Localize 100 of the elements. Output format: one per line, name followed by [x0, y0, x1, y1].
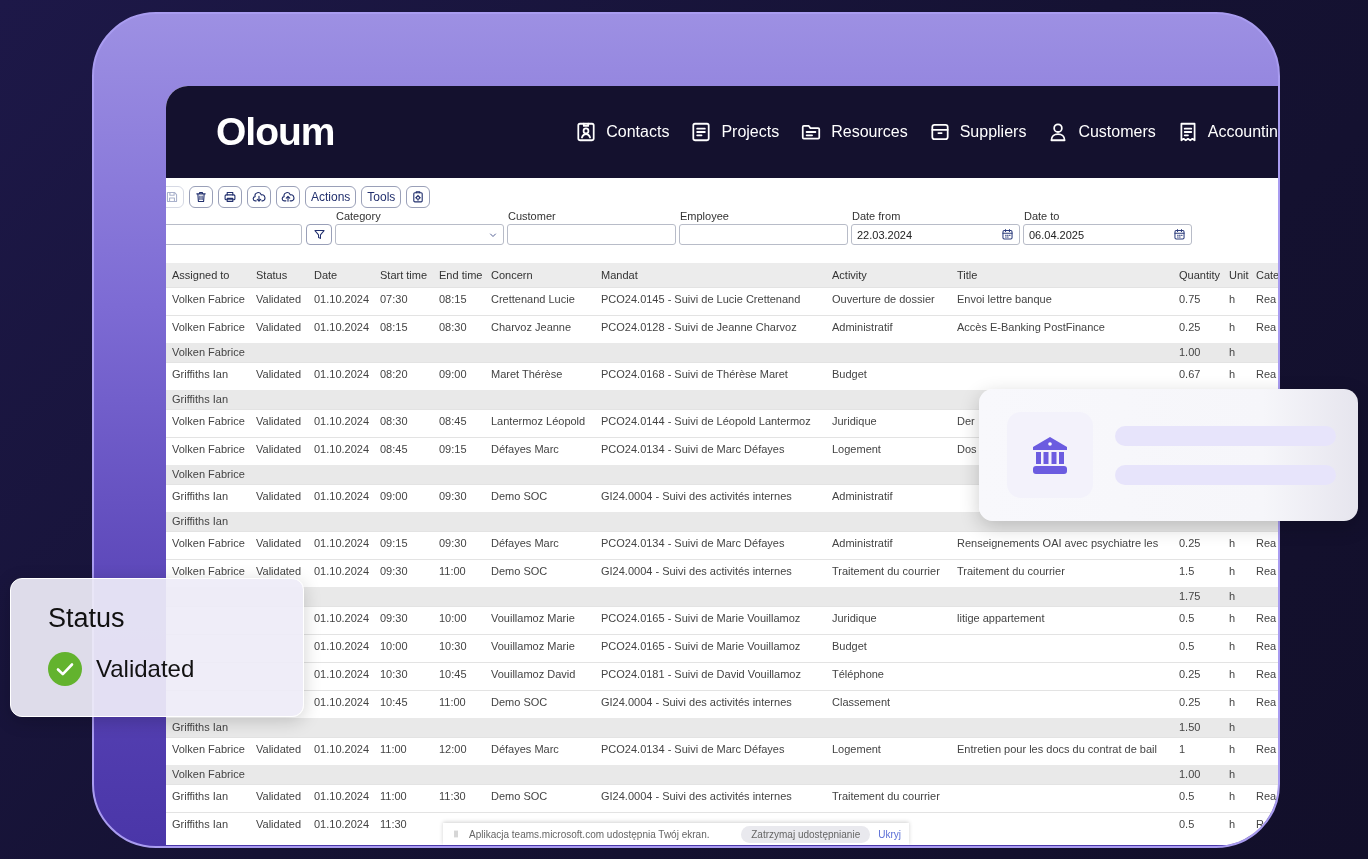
nav-link[interactable]: Projects: [690, 121, 780, 143]
table-cell: Validated: [256, 367, 302, 380]
table-cell: Téléphone: [832, 667, 884, 680]
table-cell: Vouillamoz Marie: [491, 611, 575, 624]
cloud-download-icon: [252, 190, 266, 204]
table-cell: Validated: [256, 817, 302, 830]
nav-link[interactable]: Accountin: [1176, 121, 1278, 143]
table-cell: Rea: [1256, 367, 1277, 380]
toolbar-button[interactable]: [189, 186, 213, 208]
logo: Oloum: [216, 110, 336, 154]
group-cell: Volken Fabrice: [172, 346, 245, 359]
table-cell: h: [1229, 536, 1236, 549]
group-cell: h: [1229, 346, 1236, 359]
table-cell: PCO24.0144 - Suivi de Léopold Lantermoz: [601, 414, 811, 427]
table-cell: h: [1229, 789, 1236, 802]
nav-link[interactable]: Contacts: [575, 121, 670, 143]
table-cell: Rea: [1256, 536, 1277, 549]
group-cell: h: [1229, 768, 1236, 781]
table-cell: R: [1256, 817, 1264, 830]
table-cell: Budget: [832, 367, 867, 380]
toolbar-button[interactable]: Actions: [305, 186, 357, 208]
table-cell: 0.25: [1179, 695, 1201, 708]
table-cell: Validated: [256, 536, 302, 549]
group-cell: h: [1229, 590, 1236, 603]
save-icon: [166, 190, 179, 204]
table-cell: Défayes Marc: [491, 742, 559, 755]
table-cell: Volken Fabrice: [172, 414, 245, 427]
calendar-icon: [1173, 228, 1186, 241]
table-cell: 08:30: [380, 414, 408, 427]
table-cell: Validated: [256, 414, 302, 427]
table-cell: Administratif: [832, 489, 893, 502]
table-cell: Volken Fabrice: [172, 442, 245, 455]
table-cell: GI24.0004 - Suivi des activités internes: [601, 789, 792, 802]
toolbar-button[interactable]: [406, 186, 431, 208]
table-cell: 11:30: [439, 789, 466, 802]
input-field[interactable]: [679, 224, 848, 245]
table-cell: 0.5: [1179, 817, 1195, 830]
date-field[interactable]: 22.03.2024: [851, 224, 1020, 245]
table-cell: 10:00: [439, 611, 467, 624]
field-label: Customer: [507, 210, 557, 223]
nav-link[interactable]: Customers: [1047, 121, 1156, 143]
toolbar-button[interactable]: [218, 186, 242, 208]
table-cell: 08:30: [439, 320, 467, 333]
table-cell: Accès E-Banking PostFinance: [957, 320, 1105, 333]
cloud-upload-icon: [281, 190, 295, 204]
table-cell: 08:15: [380, 320, 408, 333]
table-cell: 01.10.2024: [314, 320, 370, 333]
table-cell: 08:45: [439, 414, 467, 427]
column-header: End time: [439, 268, 483, 281]
table-cell: Entretien pour les docs du contrat de bail: [957, 742, 1157, 755]
table-cell: Traitement du courrier: [832, 564, 940, 577]
nav-link[interactable]: Resources: [800, 121, 908, 143]
table-cell: 11:00: [439, 695, 466, 708]
box-icon: [928, 121, 951, 143]
hide-link[interactable]: Ukryj: [878, 828, 901, 840]
group-cell: Volken Fabrice: [172, 468, 245, 481]
table-cell: 1: [1179, 742, 1186, 755]
toolbar-button[interactable]: [276, 186, 300, 208]
group-cell: h: [1229, 721, 1236, 734]
field-label: Date to: [1023, 210, 1061, 223]
input-field[interactable]: [507, 224, 676, 245]
table-cell: 11:30: [380, 817, 407, 830]
table-cell: 09:15: [439, 442, 467, 455]
table-cell: Traitement du courrier: [957, 564, 1065, 577]
table-cell: 08:15: [439, 292, 467, 305]
table-cell: Maret Thérèse: [491, 367, 563, 380]
table-cell: Rea: [1256, 292, 1277, 305]
table-cell: 11:00: [439, 564, 466, 577]
table-cell: 0.25: [1179, 667, 1201, 680]
filter-button[interactable]: [306, 224, 332, 245]
toolbar-button[interactable]: [247, 186, 271, 208]
table-cell: 10:30: [380, 667, 408, 680]
table-cell: Logement: [832, 442, 881, 455]
date-field[interactable]: 06.04.2025: [1023, 224, 1192, 245]
table-cell: Volken Fabrice: [172, 742, 245, 755]
table-cell: GI24.0004 - Suivi des activités internes: [601, 695, 792, 708]
table-cell: PCO24.0165 - Suivi de Marie Vouillamoz: [601, 611, 801, 624]
table-cell: litige appartement: [957, 611, 1045, 624]
calendar-icon: [1001, 228, 1014, 241]
table-cell: Dos: [957, 442, 977, 455]
select-field[interactable]: [335, 224, 504, 245]
input-field[interactable]: [166, 224, 302, 245]
stop-sharing-button[interactable]: Zatrzymaj udostępnianie: [741, 825, 871, 843]
table-cell: 01.10.2024: [314, 789, 370, 802]
nav-link[interactable]: Suppliers: [928, 121, 1027, 143]
toolbar-button[interactable]: Tools: [361, 186, 402, 208]
table-cell: 01.10.2024: [314, 817, 370, 830]
column-header: Activity: [832, 268, 867, 281]
table-cell: h: [1229, 367, 1236, 380]
table-cell: Juridique: [832, 611, 877, 624]
group-cell: Griffiths Ian: [172, 393, 229, 406]
table-cell: Griffiths Ian: [172, 367, 229, 380]
table-cell: Validated: [256, 292, 302, 305]
table-cell: Demo SOC: [491, 489, 548, 502]
table-cell: Demo SOC: [491, 564, 548, 577]
status-value: Validated: [96, 655, 195, 683]
table-cell: Volken Fabrice: [172, 564, 245, 577]
table-cell: Vouillamoz David: [491, 667, 576, 680]
table-cell: Défayes Marc: [491, 536, 559, 549]
table-cell: Renseignements OAI avec psychiatre les: [957, 536, 1159, 549]
